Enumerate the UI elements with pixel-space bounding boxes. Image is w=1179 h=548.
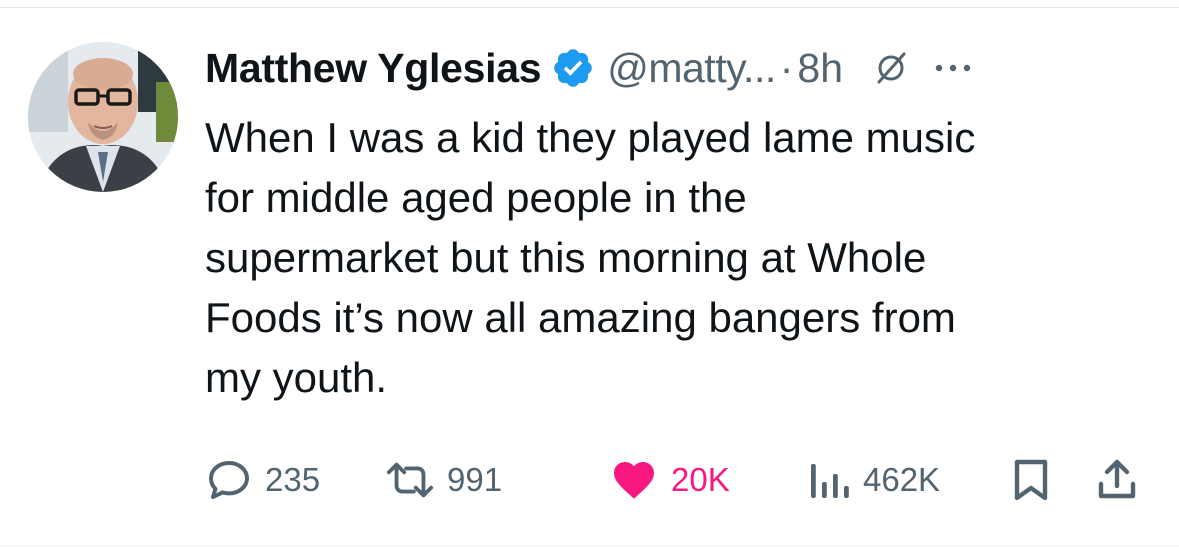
like-count: 20K bbox=[671, 461, 730, 498]
repost-count: 991 bbox=[447, 461, 503, 498]
heart-icon bbox=[609, 456, 659, 504]
author-handle[interactable]: @matty... bbox=[607, 45, 776, 92]
reply-button[interactable]: 235 bbox=[205, 452, 320, 508]
avatar[interactable] bbox=[28, 42, 178, 192]
tweet-text-line: When I was a kid they played lame music bbox=[205, 114, 976, 161]
reply-icon bbox=[205, 456, 253, 504]
repost-icon bbox=[385, 456, 435, 504]
views-button[interactable]: 462K bbox=[807, 452, 940, 508]
grok-icon[interactable] bbox=[873, 50, 909, 86]
tweet-header: Matthew Yglesias @matty... · 8h bbox=[205, 40, 973, 96]
verified-badge-icon[interactable] bbox=[551, 46, 595, 90]
separator-dot: · bbox=[779, 44, 794, 91]
avatar-photo bbox=[28, 42, 178, 192]
action-bar: 235 991 20K 462K bbox=[205, 452, 1155, 508]
more-options-icon[interactable] bbox=[933, 58, 973, 78]
like-button[interactable]: 20K bbox=[609, 452, 730, 508]
view-count: 462K bbox=[863, 461, 941, 498]
reply-count: 235 bbox=[265, 461, 321, 498]
tweet-text-line: my youth. bbox=[205, 354, 388, 401]
bottom-divider bbox=[0, 545, 1179, 546]
timestamp[interactable]: 8h bbox=[797, 45, 843, 92]
share-button[interactable] bbox=[1095, 452, 1139, 508]
analytics-icon bbox=[807, 456, 851, 504]
tweet-text-line: Foods it’s now all amazing bangers from bbox=[205, 294, 956, 341]
top-divider bbox=[0, 7, 1179, 8]
tweet-text-line: supermarket but this morning at Whole bbox=[205, 234, 927, 281]
share-icon bbox=[1095, 456, 1139, 504]
tweet-text: When I was a kid they played lame music … bbox=[205, 108, 1165, 408]
bookmark-button[interactable] bbox=[1011, 452, 1051, 508]
bookmark-icon bbox=[1011, 456, 1051, 504]
tweet-text-line: for middle aged people in the bbox=[205, 174, 747, 221]
repost-button[interactable]: 991 bbox=[385, 452, 502, 508]
author-name[interactable]: Matthew Yglesias bbox=[205, 45, 542, 92]
